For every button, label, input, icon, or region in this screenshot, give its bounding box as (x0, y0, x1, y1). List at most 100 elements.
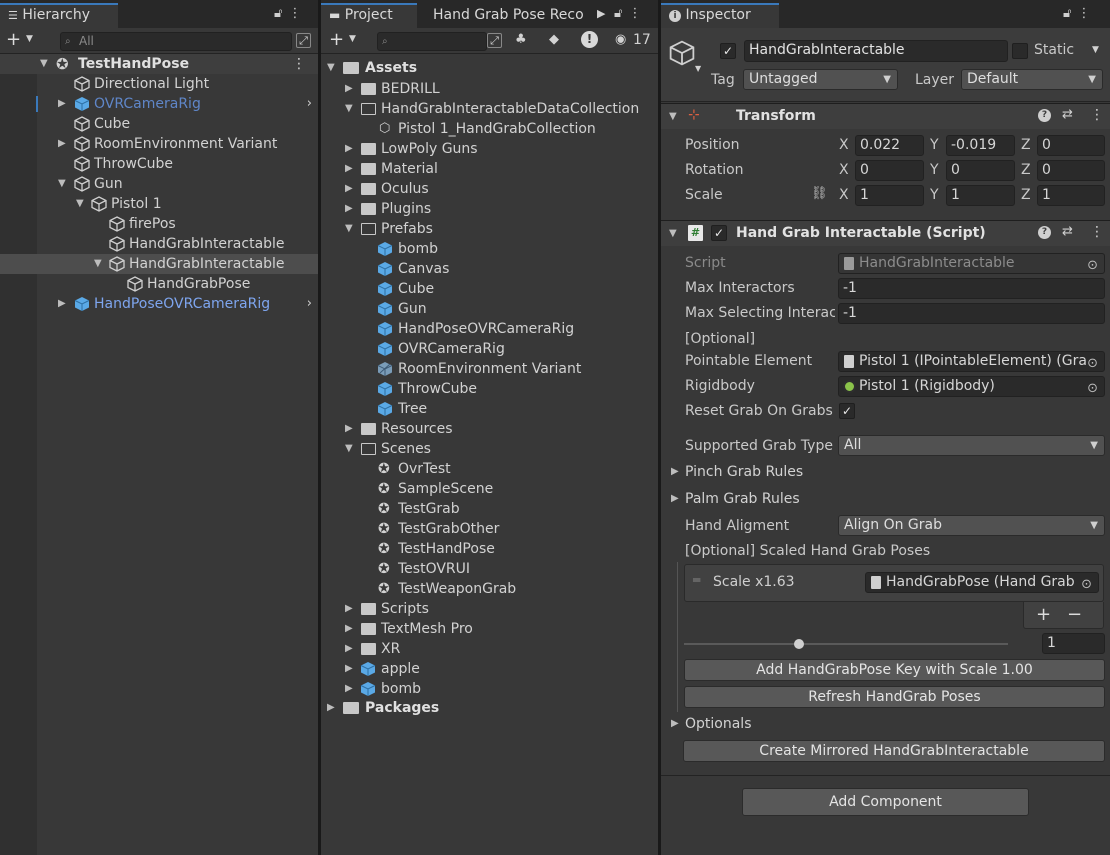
script-component-header[interactable]: ▼ # ✓ Hand Grab Interactable (Script) ? … (661, 220, 1110, 246)
static-checkbox[interactable] (1012, 43, 1028, 59)
expand-arrow-icon[interactable]: ▶ (345, 419, 353, 439)
scale-item-field[interactable]: HandGrabPose (Hand Grab ⊙ (865, 572, 1099, 593)
kebab-menu-icon[interactable]: ⋮ (292, 54, 306, 74)
expand-arrow-icon[interactable]: ▶ (345, 179, 353, 199)
expand-arrow-icon[interactable]: ▶ (345, 659, 353, 679)
object-name-field[interactable]: HandGrabInteractable (744, 40, 1008, 62)
project-prefab-variant[interactable]: RoomEnvironment Variant (321, 359, 658, 379)
project-scene[interactable]: ✪ TestGrab (321, 499, 658, 519)
chevron-down-icon[interactable]: ▼ (695, 64, 701, 73)
expand-arrow-icon[interactable]: ▼ (327, 58, 335, 78)
project-tab-menu[interactable]: 🔓︎⋮ (614, 6, 647, 21)
hierarchy-item[interactable]: ▶ RoomEnvironment Variant (0, 134, 318, 154)
expand-arrow-icon[interactable]: ▶ (58, 134, 66, 154)
expand-arrow-icon[interactable]: ▼ (40, 54, 48, 74)
supported-grab-dropdown[interactable]: All ▼ (838, 435, 1105, 456)
kebab-menu-icon[interactable]: ⋮ (288, 6, 307, 21)
project-folder[interactable]: ▶ XR (321, 639, 658, 659)
palm-grab-rules-foldout[interactable]: ▶ Palm Grab Rules (661, 489, 1110, 509)
expand-arrow-icon[interactable]: ▶ (345, 159, 353, 179)
chevron-down-icon[interactable]: ▼ (349, 34, 356, 44)
add-key-button[interactable]: Add HandGrabPose Key with Scale 1.00 (684, 659, 1105, 681)
add-item-button[interactable]: + (1036, 604, 1051, 625)
expand-arrow-icon[interactable]: ▼ (58, 174, 66, 194)
search-options-icon[interactable]: ⤢ (296, 33, 311, 48)
project-folder[interactable]: ▶ Resources (321, 419, 658, 439)
project-prefab[interactable]: HandPoseOVRCameraRig (321, 319, 658, 339)
warning-icon[interactable]: ! (581, 31, 598, 48)
rotation-z-label[interactable]: Z (1021, 162, 1031, 178)
position-x-field[interactable]: 0.022 (855, 135, 924, 156)
expand-arrow-icon[interactable]: ▶ (58, 94, 66, 114)
project-folder[interactable]: ▶ LowPoly Guns (321, 139, 658, 159)
project-scene[interactable]: ✪ TestGrabOther (321, 519, 658, 539)
expand-arrow-icon[interactable]: ▶ (58, 294, 66, 314)
pinch-grab-rules-foldout[interactable]: ▶ Pinch Grab Rules (661, 462, 1110, 482)
transform-header[interactable]: ▼ ⊹ Transform ? ⇄ ⋮ (661, 103, 1110, 129)
expand-arrow-icon[interactable]: ▶ (345, 79, 353, 99)
search-options-icon[interactable]: ⤢ (487, 33, 502, 48)
project-scene[interactable]: ✪ OvrTest (321, 459, 658, 479)
expand-arrow-icon[interactable]: ▼ (345, 219, 353, 239)
lock-icon[interactable]: 🔓︎ (614, 6, 628, 21)
hierarchy-item[interactable]: firePos (0, 214, 318, 234)
project-folder[interactable]: ▶ Material (321, 159, 658, 179)
hierarchy-item[interactable]: HandGrabInteractable (0, 234, 318, 254)
optionals-foldout[interactable]: ▶ Optionals (661, 714, 1110, 734)
expand-arrow-icon[interactable]: ▼ (345, 99, 353, 119)
project-folder[interactable]: ▶ Oculus (321, 179, 658, 199)
position-z-field[interactable]: 0 (1037, 135, 1105, 156)
expand-arrow-icon[interactable]: ▼ (76, 194, 84, 214)
rigidbody-field[interactable]: Pistol 1 (Rigidbody) ⊙ (838, 376, 1105, 397)
expand-arrow-icon[interactable]: ▼ (669, 111, 677, 122)
project-scene[interactable]: ✪ SampleScene (321, 479, 658, 499)
project-prefab[interactable]: Gun (321, 299, 658, 319)
project-folder[interactable]: ▶ BEDRILL (321, 79, 658, 99)
hand-alignment-dropdown[interactable]: Align On Grab ▼ (838, 515, 1105, 536)
tab-hierarchy[interactable]: ☰ Hierarchy (0, 3, 118, 28)
expand-arrow-icon[interactable]: ▶ (345, 199, 353, 219)
expand-arrow-icon[interactable]: ▶ (345, 639, 353, 659)
project-folder[interactable]: ▼ HandGrabInteractableDataCollection (321, 99, 658, 119)
max-interactors-field[interactable]: -1 (838, 278, 1105, 299)
project-prefab[interactable]: Cube (321, 279, 658, 299)
scale-slider-thumb[interactable] (794, 639, 804, 649)
expand-arrow-icon[interactable]: ▶ (671, 714, 679, 734)
object-picker-icon[interactable]: ⊙ (1087, 379, 1098, 396)
chevron-right-icon[interactable]: › (307, 294, 312, 314)
chevron-down-icon[interactable]: ▼ (26, 34, 33, 44)
chevron-down-icon[interactable]: ▼ (1092, 45, 1099, 55)
project-scene[interactable]: ✪ TestHandPose (321, 539, 658, 559)
hierarchy-item[interactable]: ▼ Pistol 1 (0, 194, 318, 214)
scale-z-label[interactable]: Z (1021, 187, 1031, 203)
hierarchy-item[interactable]: ▶ HandPoseOVRCameraRig › (0, 294, 318, 314)
scene-row[interactable]: ▼ ✪ TestHandPose ⋮ (0, 54, 318, 74)
tab-project[interactable]: ▬ Project (321, 3, 417, 28)
layer-dropdown[interactable]: Default ▼ (961, 69, 1103, 90)
expand-arrow-icon[interactable]: ▼ (669, 228, 677, 239)
slider-value-field[interactable]: 1 (1042, 633, 1105, 654)
hidden-eye-icon[interactable]: ◉ (615, 32, 626, 47)
expand-arrow-icon[interactable]: ▶ (671, 462, 679, 482)
packages-root[interactable]: ▶ Packages (321, 698, 658, 718)
help-icon[interactable]: ? (1038, 109, 1051, 122)
assets-root[interactable]: ▼ Assets (321, 58, 658, 78)
tab-scroll-right-icon[interactable]: ▶ (597, 7, 605, 20)
project-search-input[interactable]: ⌕ (377, 32, 487, 51)
project-prefab[interactable]: OVRCameraRig (321, 339, 658, 359)
hierarchy-item[interactable]: Cube (0, 114, 318, 134)
pointable-element-field[interactable]: Pistol 1 (IPointableElement) (Gra ⊙ (838, 351, 1105, 372)
hierarchy-item[interactable]: ThrowCube (0, 154, 318, 174)
tag-dropdown[interactable]: Untagged ▼ (743, 69, 898, 90)
project-prefab[interactable]: bomb (321, 239, 658, 259)
tab-inspector[interactable]: i Inspector (661, 3, 779, 28)
lock-icon[interactable]: 🔓︎ (274, 6, 288, 21)
constrain-proportions-icon[interactable]: ⛓ (811, 186, 828, 201)
scale-y-field[interactable]: 1 (946, 185, 1015, 206)
script-enabled-checkbox[interactable]: ✓ (711, 225, 727, 241)
expand-arrow-icon[interactable]: ▼ (94, 254, 102, 274)
kebab-menu-icon[interactable]: ⋮ (1077, 6, 1096, 21)
add-component-button[interactable]: Add Component (742, 788, 1029, 816)
object-picker-icon[interactable]: ⊙ (1087, 354, 1098, 371)
drag-handle-icon[interactable]: ═ (693, 573, 700, 587)
